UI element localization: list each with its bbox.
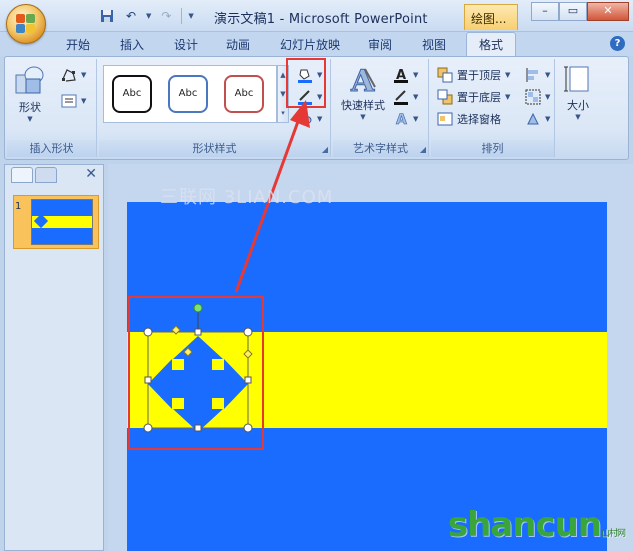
chevron-down-icon: ▼	[545, 71, 551, 79]
tab-home[interactable]: 开始	[66, 36, 90, 53]
office-button[interactable]	[6, 4, 46, 44]
close-icon[interactable]: ✕	[85, 166, 97, 182]
bring-to-front-label: 置于顶层	[457, 69, 501, 82]
send-to-back-label: 置于底层	[457, 91, 501, 104]
chevron-down-icon: ▼	[413, 93, 419, 101]
chevron-down-icon: ▼	[413, 115, 419, 123]
redo-icon[interactable]: ↷	[157, 7, 175, 25]
rotate-icon	[525, 111, 541, 127]
shape-style-option[interactable]: Abc	[168, 75, 208, 113]
undo-dropdown-icon[interactable]: ▼	[146, 12, 151, 20]
send-to-back-button[interactable]: 置于底层 ▼	[437, 89, 510, 105]
align-icon	[525, 67, 541, 83]
shapes-button[interactable]: 形状 ▼	[13, 65, 47, 123]
group-objects-button[interactable]: ▼	[525, 89, 550, 105]
selection-pane-label: 选择窗格	[457, 113, 501, 126]
chevron-down-icon: ▼	[505, 93, 511, 101]
site-logo-text: shancun	[447, 505, 602, 545]
text-effects-icon: A	[393, 111, 409, 129]
help-icon[interactable]: ?	[610, 36, 625, 51]
slides-tab[interactable]	[11, 167, 33, 183]
window-title: 演示文稿1 - Microsoft PowerPoint	[214, 12, 428, 27]
tab-format[interactable]: 格式	[466, 32, 517, 57]
dialog-launcher-icon[interactable]: ◢	[420, 145, 426, 154]
restore-button[interactable]: ▭	[559, 2, 587, 21]
tab-review[interactable]: 审阅	[368, 36, 392, 53]
chevron-down-icon: ▼	[575, 113, 581, 121]
divider	[181, 8, 183, 24]
shapes-button-label: 形状	[19, 101, 41, 114]
text-box-button[interactable]: ▼	[61, 93, 86, 109]
align-button[interactable]: ▼	[525, 67, 550, 83]
chevron-down-icon: ▼	[81, 97, 87, 105]
tab-design[interactable]: 设计	[174, 36, 198, 53]
text-box-icon	[61, 93, 77, 109]
outline-tab[interactable]	[35, 167, 57, 183]
bring-to-front-icon	[437, 67, 453, 83]
slides-panel: ✕ 1	[4, 164, 104, 551]
text-effects-button[interactable]: A ▼	[393, 111, 419, 129]
save-icon[interactable]	[98, 7, 116, 25]
text-fill-icon: A	[393, 67, 409, 83]
size-label: 大小	[567, 99, 589, 112]
group-insert-shapes: 形状 ▼ ▼ ▼ 插入形状	[7, 59, 97, 157]
close-button[interactable]: ✕	[587, 2, 629, 21]
send-to-back-icon	[437, 89, 453, 105]
edit-shape-button[interactable]: ▼	[61, 67, 86, 83]
chevron-down-icon: ▼	[413, 71, 419, 79]
group-label: 艺术字样式	[333, 140, 428, 157]
title-bar: ↶ ▼ ↷ ▼ 演示文稿1 - Microsoft PowerPoint 绘图.…	[0, 0, 633, 32]
shapes-icon	[14, 65, 46, 99]
text-outline-icon	[393, 89, 409, 105]
wordart-a-icon: A	[347, 63, 379, 100]
chevron-down-icon: ▼	[545, 115, 551, 123]
selection-pane-button[interactable]: 选择窗格	[437, 111, 501, 127]
size-icon	[562, 63, 594, 97]
customize-qat-icon[interactable]: ▼	[188, 12, 193, 20]
shape-style-option[interactable]: Abc	[112, 75, 152, 113]
selection-pane-icon	[437, 111, 453, 127]
window-controls: – ▭ ✕	[531, 2, 629, 21]
chevron-down-icon: ▼	[505, 71, 511, 79]
text-fill-button[interactable]: A ▼	[393, 67, 418, 83]
tab-view[interactable]: 视图	[422, 36, 446, 53]
tab-slideshow[interactable]: 幻灯片放映	[280, 36, 340, 53]
group-label: 插入形状	[7, 140, 96, 157]
drawing-tools-context-tab[interactable]: 绘图...	[464, 4, 518, 30]
undo-icon[interactable]: ↶	[122, 7, 140, 25]
svg-text:A: A	[396, 112, 407, 127]
tab-insert[interactable]: 插入	[120, 36, 144, 53]
bring-to-front-button[interactable]: 置于顶层 ▼	[437, 67, 510, 83]
group-objects-icon	[525, 89, 541, 105]
watermark-text: 三联网 3LIAN.COM	[160, 187, 334, 208]
minimize-button[interactable]: –	[531, 2, 559, 21]
chevron-down-icon: ▼	[545, 93, 551, 101]
group-size: 大小 ▼	[557, 59, 599, 157]
group-arrange: 置于顶层 ▼ 置于底层 ▼ 选择窗格 ▼ ▼ ▼ 排列	[431, 59, 555, 157]
slide-thumbnail-preview	[31, 199, 93, 245]
site-logo: shancun山村网	[447, 505, 626, 545]
ribbon-tabs: 开始 插入 设计 动画 幻灯片放映 审阅 视图 格式	[0, 32, 633, 57]
panel-tabs: ✕	[5, 165, 103, 185]
group-label: 排列	[431, 140, 554, 157]
rotate-button[interactable]: ▼	[525, 111, 550, 127]
chevron-down-icon: ▼	[81, 71, 87, 79]
highlight-box	[128, 296, 264, 450]
text-outline-button[interactable]: ▼	[393, 89, 418, 105]
group-wordart-styles: A 快速样式 ▼ A ▼ ▼ A ▼ 艺术字样式 ◢	[333, 59, 429, 157]
dialog-launcher-icon[interactable]: ◢	[322, 145, 328, 154]
slide-number: 1	[15, 201, 22, 212]
office-logo-icon	[16, 14, 36, 34]
quick-styles-button[interactable]: A 快速样式 ▼	[337, 63, 389, 122]
quick-access-toolbar: ↶ ▼ ↷ ▼	[52, 6, 194, 26]
site-logo-subtext: 山村网	[600, 529, 626, 539]
size-button[interactable]: 大小 ▼	[561, 63, 595, 121]
edit-points-icon	[61, 67, 77, 83]
tab-animations[interactable]: 动画	[226, 36, 250, 53]
chevron-down-icon: ▼	[27, 115, 33, 123]
chevron-down-icon: ▼	[360, 113, 366, 121]
quick-styles-label: 快速样式	[341, 99, 385, 112]
